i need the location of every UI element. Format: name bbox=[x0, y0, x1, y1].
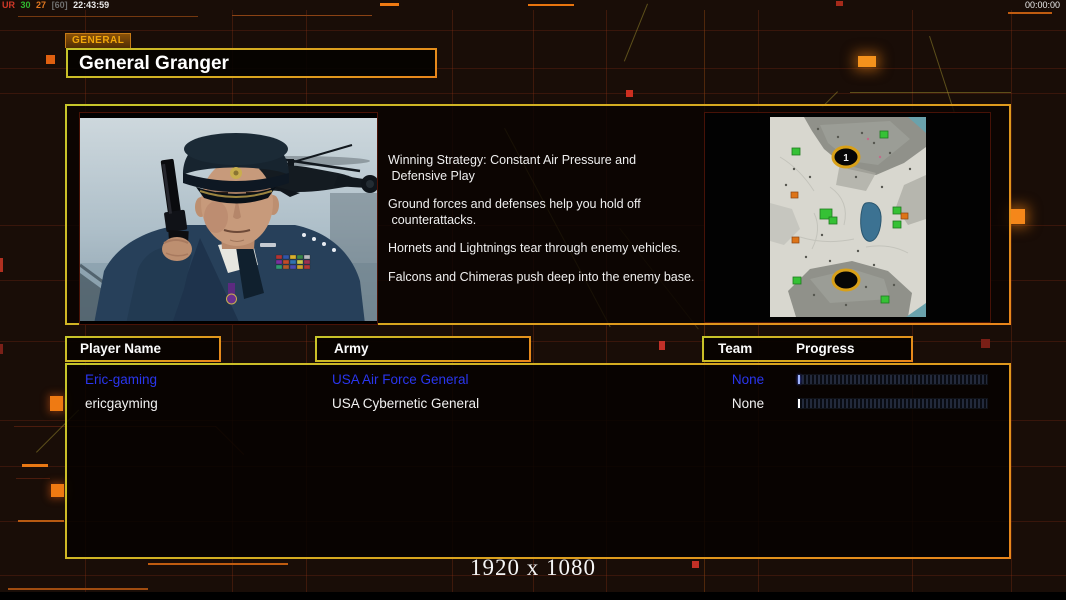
player-listbox[interactable]: Eric-gaming USA Air Force General None e… bbox=[65, 363, 1011, 559]
ribbon-rack bbox=[275, 254, 311, 270]
player-army: USA Air Force General bbox=[332, 372, 469, 387]
strategy-line: Falcons and Chimeras push deep into the … bbox=[388, 269, 695, 284]
circuit-line bbox=[0, 30, 1066, 31]
circuit-node bbox=[528, 4, 574, 6]
tab-general[interactable]: GENERAL bbox=[65, 33, 132, 48]
circuit-node bbox=[0, 258, 3, 272]
strategy-line: Hornets and Lightnings tear through enem… bbox=[388, 241, 681, 255]
debug-cap: [60] bbox=[51, 0, 68, 10]
general-title-box: General Granger bbox=[66, 48, 437, 78]
circuit-node bbox=[50, 396, 63, 411]
lobby-screen: UR 30 27 [60] 22:43:59 00:00:00 GENERAL … bbox=[0, 0, 1066, 600]
strategy-text: Winning Strategy: Constant Air Pressure … bbox=[388, 153, 700, 298]
progress-bar bbox=[797, 374, 988, 385]
debug-overlay: UR 30 27 [60] 22:43:59 bbox=[2, 0, 112, 10]
header-player-name: Player Name bbox=[65, 336, 221, 362]
circuit-trace bbox=[850, 92, 1011, 93]
photo-bottom-strip bbox=[80, 321, 377, 324]
circuit-node bbox=[0, 344, 3, 354]
circuit-node bbox=[659, 341, 665, 350]
strategy-line: Ground forces and defenses help you hold… bbox=[388, 197, 641, 227]
circuit-node bbox=[46, 55, 55, 64]
general-portrait bbox=[79, 112, 379, 326]
player-team: None bbox=[731, 372, 765, 387]
player-army: USA Cybernetic General bbox=[332, 396, 480, 411]
header-progress-label: Progress bbox=[796, 341, 855, 356]
progress-bar bbox=[797, 398, 988, 409]
start-position-2 bbox=[831, 268, 861, 292]
resolution-label: 1920 x 1080 bbox=[470, 555, 596, 580]
wings-badge bbox=[260, 243, 276, 247]
map-preview: 1 bbox=[770, 117, 926, 317]
game-clock: 00:00:00 bbox=[1024, 0, 1060, 10]
strategy-line: Winning Strategy: Constant Air Pressure … bbox=[388, 153, 637, 183]
circuit-trace bbox=[18, 16, 198, 17]
general-portrait-art bbox=[79, 113, 379, 326]
circuit-node bbox=[380, 3, 399, 6]
photo-top-strip bbox=[80, 113, 377, 118]
circuit-node bbox=[18, 520, 64, 522]
circuit-node bbox=[1010, 209, 1025, 224]
header-player-name-label: Player Name bbox=[80, 341, 162, 356]
debug-ur: UR bbox=[2, 0, 15, 10]
circuit-node bbox=[626, 90, 633, 97]
player-name: ericgayming bbox=[85, 396, 158, 411]
circuit-node bbox=[51, 484, 64, 497]
start-position-1: 1 bbox=[831, 145, 861, 169]
letterbox-strip bbox=[0, 592, 1066, 600]
header-team-label: Team bbox=[718, 341, 753, 356]
circuit-node bbox=[836, 1, 843, 6]
player-row[interactable]: ericgayming USA Cybernetic General None bbox=[67, 392, 1009, 416]
general-title: General Granger bbox=[79, 53, 229, 74]
start-position-1-label: 1 bbox=[843, 153, 849, 164]
circuit-line bbox=[0, 93, 1066, 94]
circuit-node bbox=[981, 339, 990, 348]
player-row[interactable]: Eric-gaming USA Air Force General None bbox=[67, 368, 1009, 392]
circuit-node bbox=[1008, 12, 1052, 14]
header-army-label: Army bbox=[334, 341, 369, 356]
circuit-trace bbox=[232, 15, 372, 16]
circuit-node bbox=[8, 588, 148, 590]
header-army: Army bbox=[315, 336, 531, 362]
map-preview-box: 1 bbox=[704, 112, 991, 323]
debug-fps: 30 bbox=[20, 0, 31, 10]
purple-heart-medal bbox=[226, 283, 237, 305]
circuit-trace bbox=[623, 3, 648, 62]
circuit-node bbox=[858, 56, 876, 67]
debug-time: 22:43:59 bbox=[73, 0, 110, 10]
circuit-trace bbox=[16, 478, 50, 479]
debug-latency: 27 bbox=[36, 0, 47, 10]
player-team: None bbox=[731, 396, 765, 411]
player-name: Eric-gaming bbox=[85, 372, 158, 387]
header-team-progress: Team Progress bbox=[702, 336, 913, 362]
circuit-line bbox=[1011, 10, 1012, 592]
circuit-node bbox=[22, 464, 48, 467]
